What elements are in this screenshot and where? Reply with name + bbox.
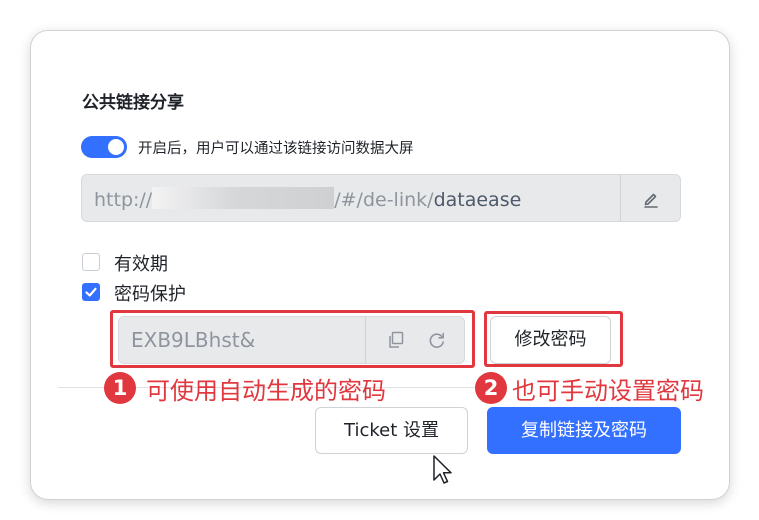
link-prefix: http:// <box>94 189 153 211</box>
annotation-text-2: 也可手动设置密码 <box>512 377 704 405</box>
edit-icon[interactable] <box>640 188 662 210</box>
annotation-badge-1: 1 <box>104 372 136 404</box>
link-field-divider <box>620 175 621 221</box>
highlight-frame-1 <box>110 310 475 368</box>
check-icon <box>85 287 97 297</box>
annotation-badge-2: 2 <box>475 372 507 404</box>
annotation-text-1: 可使用自动生成的密码 <box>146 377 386 405</box>
toggle-description: 开启后，用户可以通过该链接访问数据大屏 <box>138 141 414 157</box>
highlight-frame-2 <box>484 311 623 367</box>
copy-link-password-button[interactable]: 复制链接及密码 <box>487 407 681 454</box>
share-link-field[interactable]: http:// /#/de-link/dataease <box>81 174 681 222</box>
password-protect-label: 密码保护 <box>114 284 186 305</box>
section-title: 公共链接分享 <box>82 93 184 113</box>
ticket-settings-button[interactable]: Ticket 设置 <box>315 407 468 454</box>
validity-checkbox[interactable] <box>82 253 100 271</box>
masked-host <box>152 187 335 209</box>
toggle-knob <box>108 139 124 155</box>
link-slug: dataease <box>433 189 522 211</box>
link-path: /#/de-link/ <box>334 189 434 211</box>
public-link-toggle[interactable] <box>81 136 127 158</box>
mouse-cursor-icon <box>433 455 452 484</box>
share-link-text: http:// /#/de-link/dataease <box>94 187 521 211</box>
password-protect-checkbox[interactable] <box>82 283 100 301</box>
validity-label: 有效期 <box>114 254 168 275</box>
